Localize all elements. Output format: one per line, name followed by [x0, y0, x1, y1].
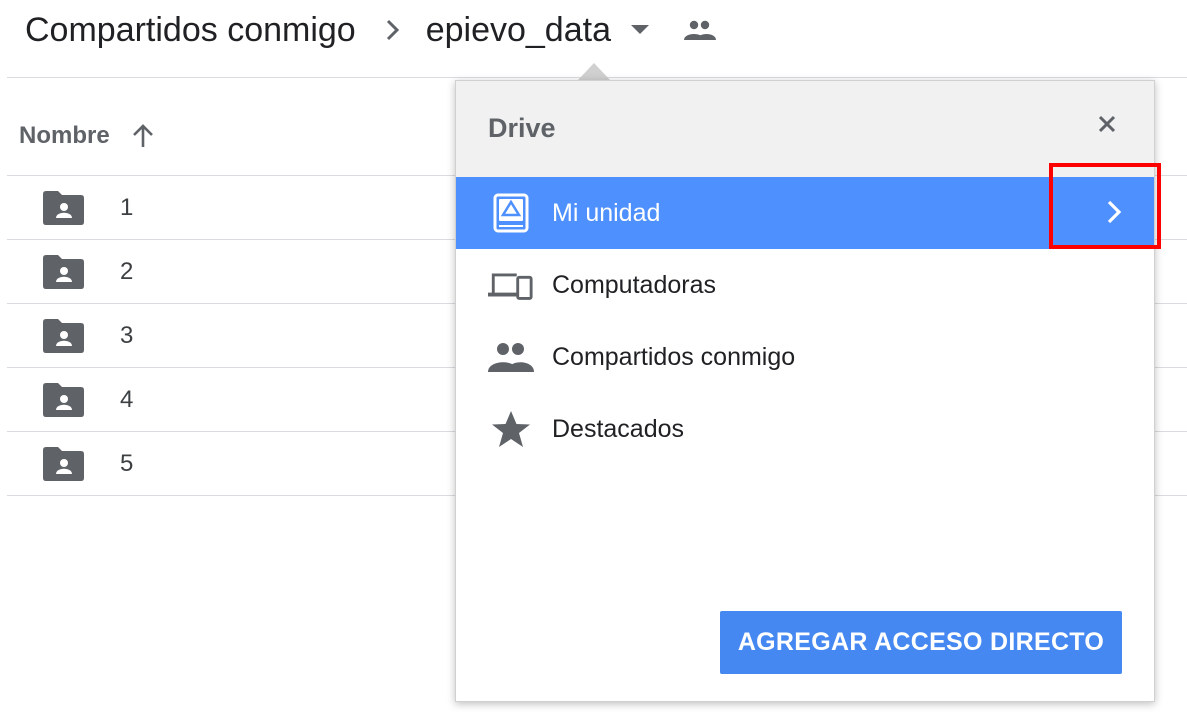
people-icon — [488, 335, 534, 379]
star-icon — [488, 407, 534, 451]
popup-pointer — [578, 63, 610, 80]
dialog-title: Drive — [488, 113, 556, 143]
file-name: 5 — [120, 449, 134, 477]
shared-folder-icon — [43, 255, 85, 294]
shared-folder-icon — [43, 447, 85, 486]
breadcrumb: Compartidos conmigo epievo_data — [25, 8, 717, 52]
file-name: 2 — [120, 257, 134, 285]
computers-icon — [488, 263, 534, 307]
file-name: 1 — [120, 193, 134, 221]
file-name: 4 — [120, 385, 134, 413]
current-folder-name: epievo_data — [425, 10, 611, 49]
caret-down-icon[interactable] — [630, 25, 649, 35]
people-icon[interactable] — [683, 20, 717, 40]
drive-icon — [488, 191, 534, 235]
breadcrumb-current-folder[interactable]: epievo_data — [426, 11, 649, 50]
arrow-up-icon[interactable] — [132, 123, 154, 149]
shared-folder-icon — [43, 383, 85, 422]
file-name: 3 — [120, 321, 134, 349]
shared-folder-icon — [43, 191, 85, 230]
location-label: Mi unidad — [552, 198, 661, 227]
location-label: Destacados — [552, 414, 685, 443]
name-column-header[interactable]: Nombre — [19, 118, 154, 154]
name-column-label: Nombre — [19, 122, 110, 149]
breadcrumb-shared-with-me[interactable]: Compartidos conmigo — [25, 11, 356, 50]
add-shortcut-button[interactable]: AGREGAR ACCESO DIRECTO — [720, 611, 1122, 674]
location-label: Compartidos conmigo — [552, 342, 796, 371]
location-label: Computadoras — [552, 270, 716, 299]
close-icon[interactable] — [1098, 115, 1116, 138]
shared-folder-icon — [43, 319, 85, 358]
location-computers[interactable]: Computadoras — [456, 249, 1154, 321]
location-shared-with-me[interactable]: Compartidos conmigo — [456, 321, 1154, 393]
location-starred[interactable]: Destacados — [456, 393, 1154, 465]
chevron-right-icon — [386, 19, 400, 41]
highlight-annotation — [1049, 163, 1161, 249]
